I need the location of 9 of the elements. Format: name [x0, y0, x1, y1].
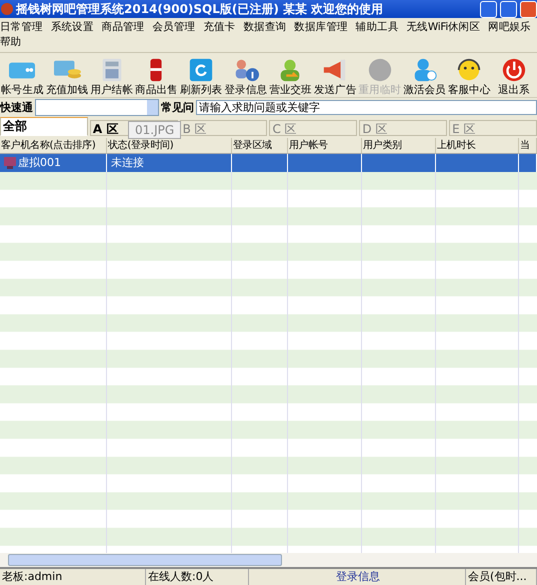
drag-tooltip: 01.JPG	[128, 121, 182, 139]
status-text: 会员(包时...	[466, 569, 537, 585]
status-text: 在线人数:0人	[146, 569, 249, 585]
table-cell-text: 未连接	[111, 155, 144, 172]
status-text: 老板:admin	[0, 569, 146, 585]
table-cell-text: 虚拟001	[18, 155, 61, 172]
window-title: 摇钱树网吧管理系统2014(900)SQL版(已注册) 某某 欢迎您的使用	[16, 0, 384, 18]
faq-label: 常见问	[161, 100, 194, 114]
status-text: 登录信息	[249, 569, 466, 585]
